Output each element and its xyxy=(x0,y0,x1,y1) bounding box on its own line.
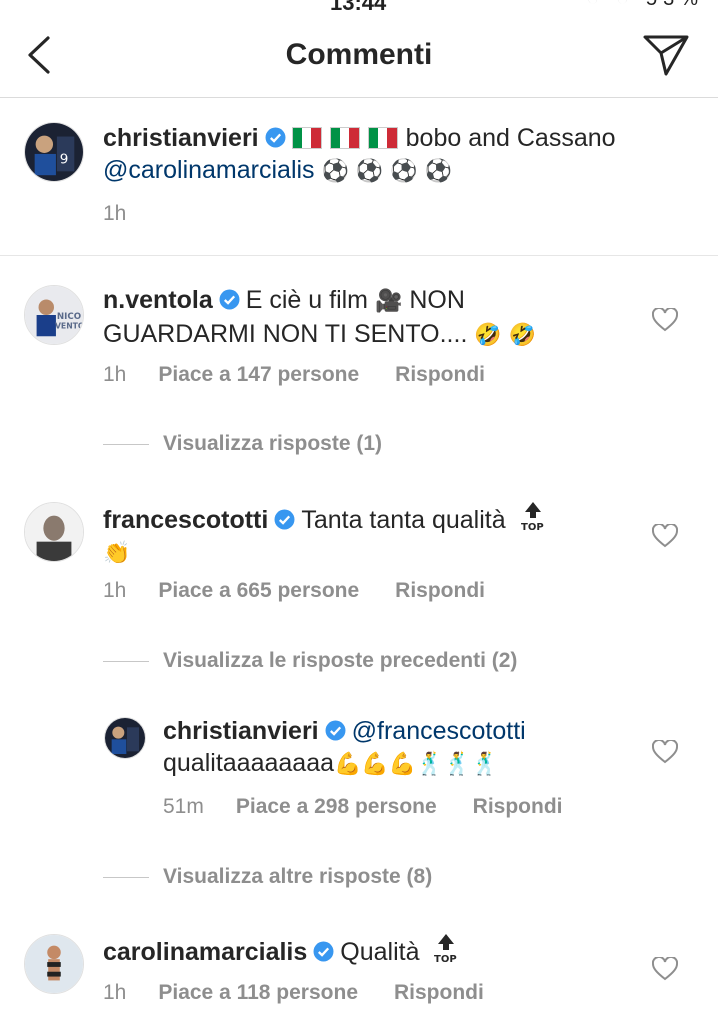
page-title: Commenti xyxy=(285,38,433,71)
reply-button[interactable]: Rispondi xyxy=(473,795,563,818)
reply-button[interactable]: Rispondi xyxy=(395,363,485,386)
heart-icon xyxy=(652,740,678,764)
comment-body-line2: GUARDARMI NON TI SENTO.... xyxy=(103,320,468,348)
comment-body: Tanta tanta qualità xyxy=(301,506,506,534)
divider xyxy=(103,660,149,662)
verified-badge-icon xyxy=(325,720,346,741)
comment-meta: 1h Piace a 147 persone Rispondi xyxy=(103,363,485,387)
heart-icon xyxy=(652,524,678,548)
view-more-label: Visualizza altre risposte (8) xyxy=(163,865,433,888)
likes-count[interactable]: Piace a 298 persone xyxy=(236,795,437,818)
comment-time: 1h xyxy=(103,363,127,386)
like-button[interactable] xyxy=(652,524,678,548)
comment-text: carolinamarcialis Qualità TOP xyxy=(103,932,643,968)
comment-body-continued: NON xyxy=(409,286,465,314)
caption-username[interactable]: christianvieri xyxy=(103,124,259,152)
avatar[interactable] xyxy=(24,934,84,994)
comment-time: 1h xyxy=(103,579,127,602)
view-replies-button[interactable]: Visualizza risposte (1) xyxy=(103,432,382,456)
comment-body: E ciè u film xyxy=(245,286,369,314)
status-time: 13:44 xyxy=(330,0,387,14)
view-previous-replies-button[interactable]: Visualizza le risposte precedenti (2) xyxy=(103,649,517,673)
like-button[interactable] xyxy=(652,740,678,764)
verified-badge-icon xyxy=(274,509,295,530)
comment-text: francescototti Tanta tanta qualità TOP 👏 xyxy=(103,500,643,570)
paper-plane-icon xyxy=(643,35,689,76)
status-indicators: ◔ ◔ 53% xyxy=(587,0,704,11)
post-caption: 9 christianvieri bobo and Cassano @caroli… xyxy=(0,98,718,256)
reply-time: 51m xyxy=(163,795,204,818)
comment-username[interactable]: carolinamarcialis xyxy=(103,938,307,966)
likes-count[interactable]: Piace a 665 persone xyxy=(158,579,359,602)
soccer-ball-emojis: ⚽ ⚽ ⚽ ⚽ xyxy=(321,159,453,184)
comment-username[interactable]: n.ventola xyxy=(103,286,213,314)
header: Commenti xyxy=(0,14,718,98)
top-label: TOP xyxy=(434,954,457,964)
verified-badge-icon xyxy=(265,127,286,148)
avatar[interactable]: 9 xyxy=(24,122,84,182)
comment-meta: 1h Piace a 665 persone Rispondi xyxy=(103,579,485,603)
reply-mention[interactable]: @francescototti xyxy=(352,717,526,745)
avatar[interactable] xyxy=(24,502,84,562)
comment-text: n.ventola E ciè u film 🎥 NON GUARDARMI NO… xyxy=(103,284,643,352)
verified-badge-icon xyxy=(219,289,240,310)
comment-time: 1h xyxy=(103,981,127,1004)
caption-meta: 1h xyxy=(103,202,158,226)
avatar[interactable]: NICO VENTO xyxy=(24,285,84,345)
clapping-hands-emoji: 👏 xyxy=(103,541,131,566)
caption-time: 1h xyxy=(103,202,127,225)
italy-flag-icon xyxy=(329,127,360,149)
comment-meta: 1h Piace a 118 persone Rispondi xyxy=(103,981,484,1005)
divider xyxy=(103,443,149,445)
status-bar: 13:44 ◔ ◔ 53% xyxy=(0,0,718,14)
heart-icon xyxy=(652,308,678,332)
top-arrow-icon: TOP xyxy=(432,932,460,964)
reply-username[interactable]: christianvieri xyxy=(163,717,319,745)
likes-count[interactable]: Piace a 118 persone xyxy=(158,981,358,1004)
laughing-emojis: 🤣 🤣 xyxy=(474,323,537,348)
reply-button[interactable]: Rispondi xyxy=(394,981,484,1004)
caption-mention[interactable]: @carolinamarcialis xyxy=(103,156,315,184)
reply-button[interactable]: Rispondi xyxy=(395,579,485,602)
reply-text: christianvieri @francescototti qualitaaaa… xyxy=(163,715,643,781)
italy-flag-icon xyxy=(367,127,398,149)
caption-text: christianvieri bobo and Cassano @carolina… xyxy=(103,122,693,188)
view-more-replies-button[interactable]: Visualizza altre risposte (8) xyxy=(103,865,432,889)
caption-body: bobo and Cassano xyxy=(405,124,616,152)
svg-text:9: 9 xyxy=(60,152,69,168)
top-arrow-icon: TOP xyxy=(519,500,547,532)
comment-body: Qualità xyxy=(340,938,420,966)
italy-flag-icon xyxy=(291,127,322,149)
share-button[interactable] xyxy=(642,32,690,78)
like-button[interactable] xyxy=(652,957,678,981)
like-button[interactable] xyxy=(652,308,678,332)
top-label: TOP xyxy=(521,522,544,532)
view-previous-label: Visualizza le risposte precedenti (2) xyxy=(163,649,518,672)
verified-badge-icon xyxy=(313,941,334,962)
muscle-dancer-emojis: 💪💪💪🕺🕺🕺 xyxy=(334,752,499,777)
heart-icon xyxy=(652,957,678,981)
divider xyxy=(103,876,149,878)
likes-count[interactable]: Piace a 147 persone xyxy=(158,363,359,386)
svg-text:NICO: NICO xyxy=(57,312,81,322)
svg-text:VENTO: VENTO xyxy=(55,322,83,331)
view-replies-label: Visualizza risposte (1) xyxy=(163,432,383,455)
avatar[interactable] xyxy=(104,717,146,759)
movie-camera-emoji: 🎥 xyxy=(374,289,403,314)
reply-body: qualitaaaaaaaa xyxy=(163,749,334,777)
comment-username[interactable]: francescototti xyxy=(103,506,268,534)
reply-meta: 51m Piace a 298 persone Rispondi xyxy=(163,795,562,819)
